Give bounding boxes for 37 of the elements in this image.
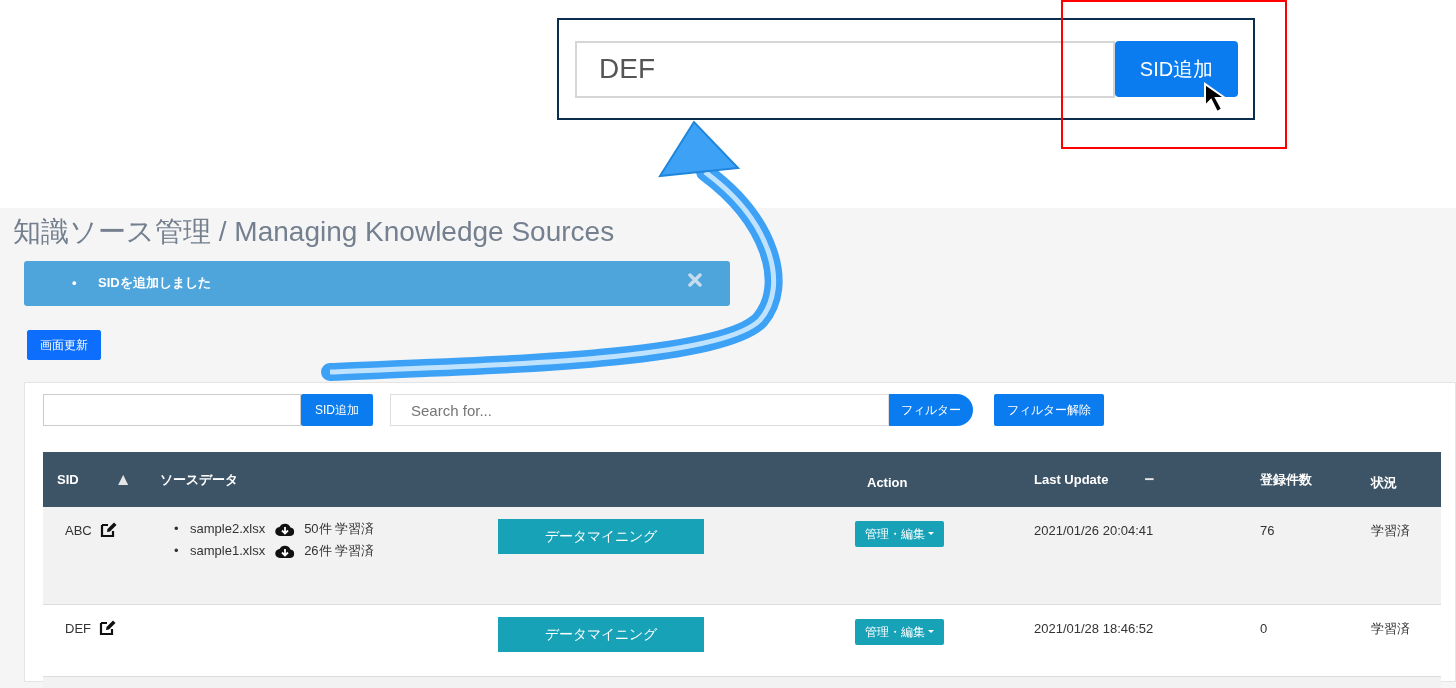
refresh-button[interactable]: 画面更新 bbox=[27, 330, 101, 360]
column-header[interactable]: 登録件数 bbox=[1260, 469, 1312, 490]
bullet: • bbox=[174, 542, 180, 560]
bullet: • bbox=[72, 274, 78, 292]
alert-message: SIDを追加しました bbox=[98, 274, 211, 292]
table-cell: 2021/01/28 18:46:52 bbox=[1034, 621, 1154, 636]
table-cell: 2021/01/26 20:04:41 bbox=[1034, 523, 1154, 538]
edit-icon[interactable] bbox=[99, 619, 117, 636]
file-name: sample2.xlsx bbox=[190, 520, 266, 538]
column-header[interactable]: ソースデータ bbox=[160, 469, 238, 490]
file-summary: 26件 学習済 bbox=[304, 542, 375, 560]
bullet: • bbox=[174, 520, 180, 538]
file-name: sample1.xlsx bbox=[190, 542, 266, 560]
file-summary: 50件 学習済 bbox=[304, 520, 375, 538]
table-cell: 76 bbox=[1260, 523, 1275, 538]
table-cell: 学習済 bbox=[1371, 523, 1410, 538]
column-header[interactable]: Action bbox=[867, 472, 908, 493]
search-field[interactable]: Search for... bbox=[390, 394, 889, 426]
cloud-download-icon[interactable] bbox=[275, 543, 296, 559]
edit-icon[interactable] bbox=[99, 521, 118, 538]
sort-indicator[interactable]: − bbox=[1144, 471, 1155, 488]
sort-indicator[interactable]: ▲ bbox=[114, 471, 132, 488]
table-cell-text: DEF bbox=[65, 620, 91, 638]
column-header[interactable]: 状況 bbox=[1371, 472, 1397, 493]
sid-add-button[interactable]: SID追加 bbox=[301, 394, 373, 426]
table-cell-text: ABC bbox=[65, 522, 92, 540]
table-cell: 学習済 bbox=[1371, 621, 1410, 636]
filter-button[interactable]: フィルター bbox=[889, 394, 973, 426]
column-header[interactable]: SID bbox=[57, 469, 79, 490]
sid-add-button[interactable]: SID追加 bbox=[1115, 41, 1238, 97]
sid-input-field[interactable] bbox=[43, 394, 301, 426]
cloud-download-icon[interactable] bbox=[275, 521, 296, 537]
clear-filter-button[interactable]: フィルター解除 bbox=[994, 394, 1104, 426]
page-title: 知識ソース管理 / Managing Knowledge Sources bbox=[13, 215, 616, 249]
sid-input-field[interactable]: DEF bbox=[575, 40, 1115, 98]
table-cell: 0 bbox=[1260, 621, 1268, 636]
column-header[interactable]: Last Update bbox=[1034, 469, 1109, 490]
